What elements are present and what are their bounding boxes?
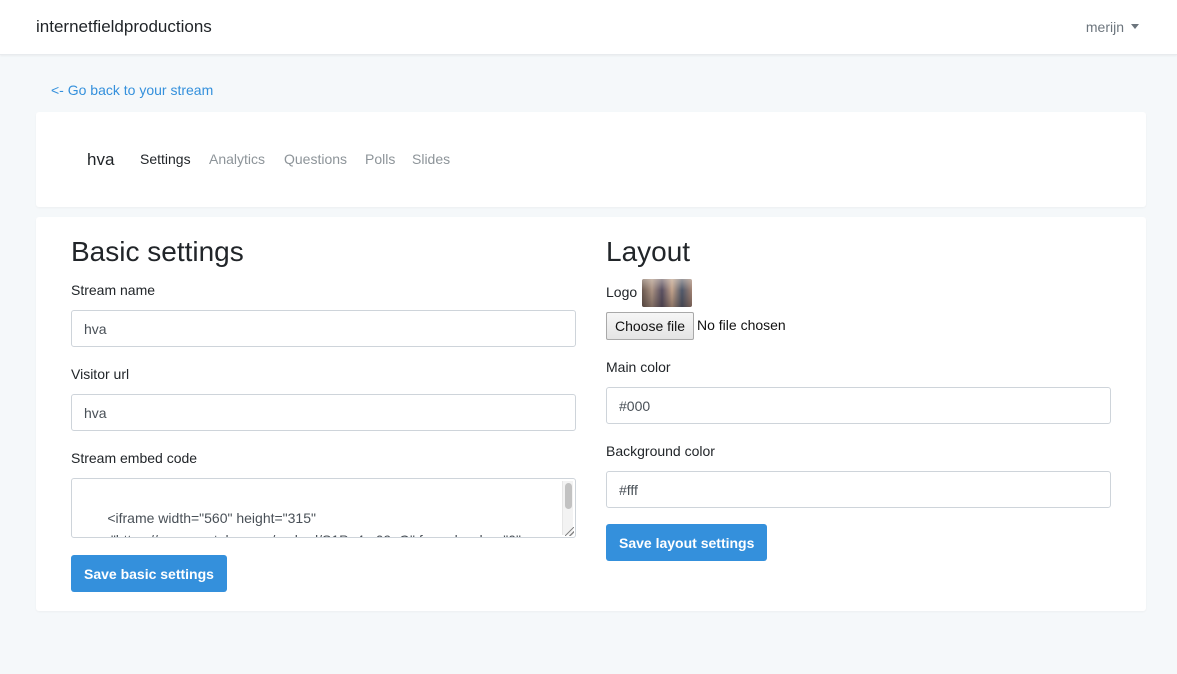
brand-name[interactable]: internetfieldproductions — [36, 17, 212, 37]
main-color-input[interactable] — [606, 387, 1111, 424]
file-status-text: No file chosen — [697, 317, 786, 333]
settings-card: Basic settings Stream name Visitor url S… — [36, 217, 1146, 611]
embed-code-textarea[interactable]: <iframe width="560" height="315" src="ht… — [71, 478, 576, 538]
tab-polls[interactable]: Polls — [365, 151, 395, 167]
basic-settings-heading: Basic settings — [71, 236, 244, 267]
save-basic-settings-button[interactable]: Save basic settings — [71, 555, 227, 592]
background-color-input[interactable] — [606, 471, 1111, 508]
stream-title: hva — [87, 150, 115, 169]
embed-code-label: Stream embed code — [71, 450, 198, 466]
main-color-label: Main color — [606, 359, 671, 375]
user-name[interactable]: merijn — [1086, 19, 1124, 35]
stream-name-label: Stream name — [71, 282, 156, 298]
choose-file-button[interactable]: Choose file — [606, 312, 695, 340]
visitor-url-label: Visitor url — [71, 366, 130, 382]
caret-down-icon[interactable] — [1131, 24, 1139, 29]
back-to-stream-link[interactable]: <- Go back to your stream — [51, 82, 213, 98]
textarea-scrollbar-thumb[interactable] — [565, 483, 572, 509]
tab-slides[interactable]: Slides — [412, 151, 450, 167]
top-navbar: internetfieldproductions merijn — [0, 0, 1177, 55]
tab-questions[interactable]: Questions — [284, 151, 347, 167]
embed-code-text: <iframe width="560" height="315" src="ht… — [84, 510, 521, 537]
logo-preview-image — [642, 279, 692, 307]
visitor-url-input[interactable] — [71, 394, 576, 431]
save-layout-settings-button[interactable]: Save layout settings — [606, 524, 768, 561]
tab-analytics[interactable]: Analytics — [209, 151, 265, 167]
stream-name-input[interactable] — [71, 310, 576, 347]
logo-label: Logo — [606, 284, 638, 300]
resize-handle-icon[interactable] — [565, 527, 574, 536]
layout-heading: Layout — [606, 236, 691, 267]
background-color-label: Background color — [606, 443, 715, 459]
tab-settings[interactable]: Settings — [140, 151, 191, 167]
stream-nav-card: hva Settings Analytics Questions Polls S… — [36, 112, 1146, 207]
user-menu-dropdown[interactable]: merijn — [1086, 19, 1139, 35]
